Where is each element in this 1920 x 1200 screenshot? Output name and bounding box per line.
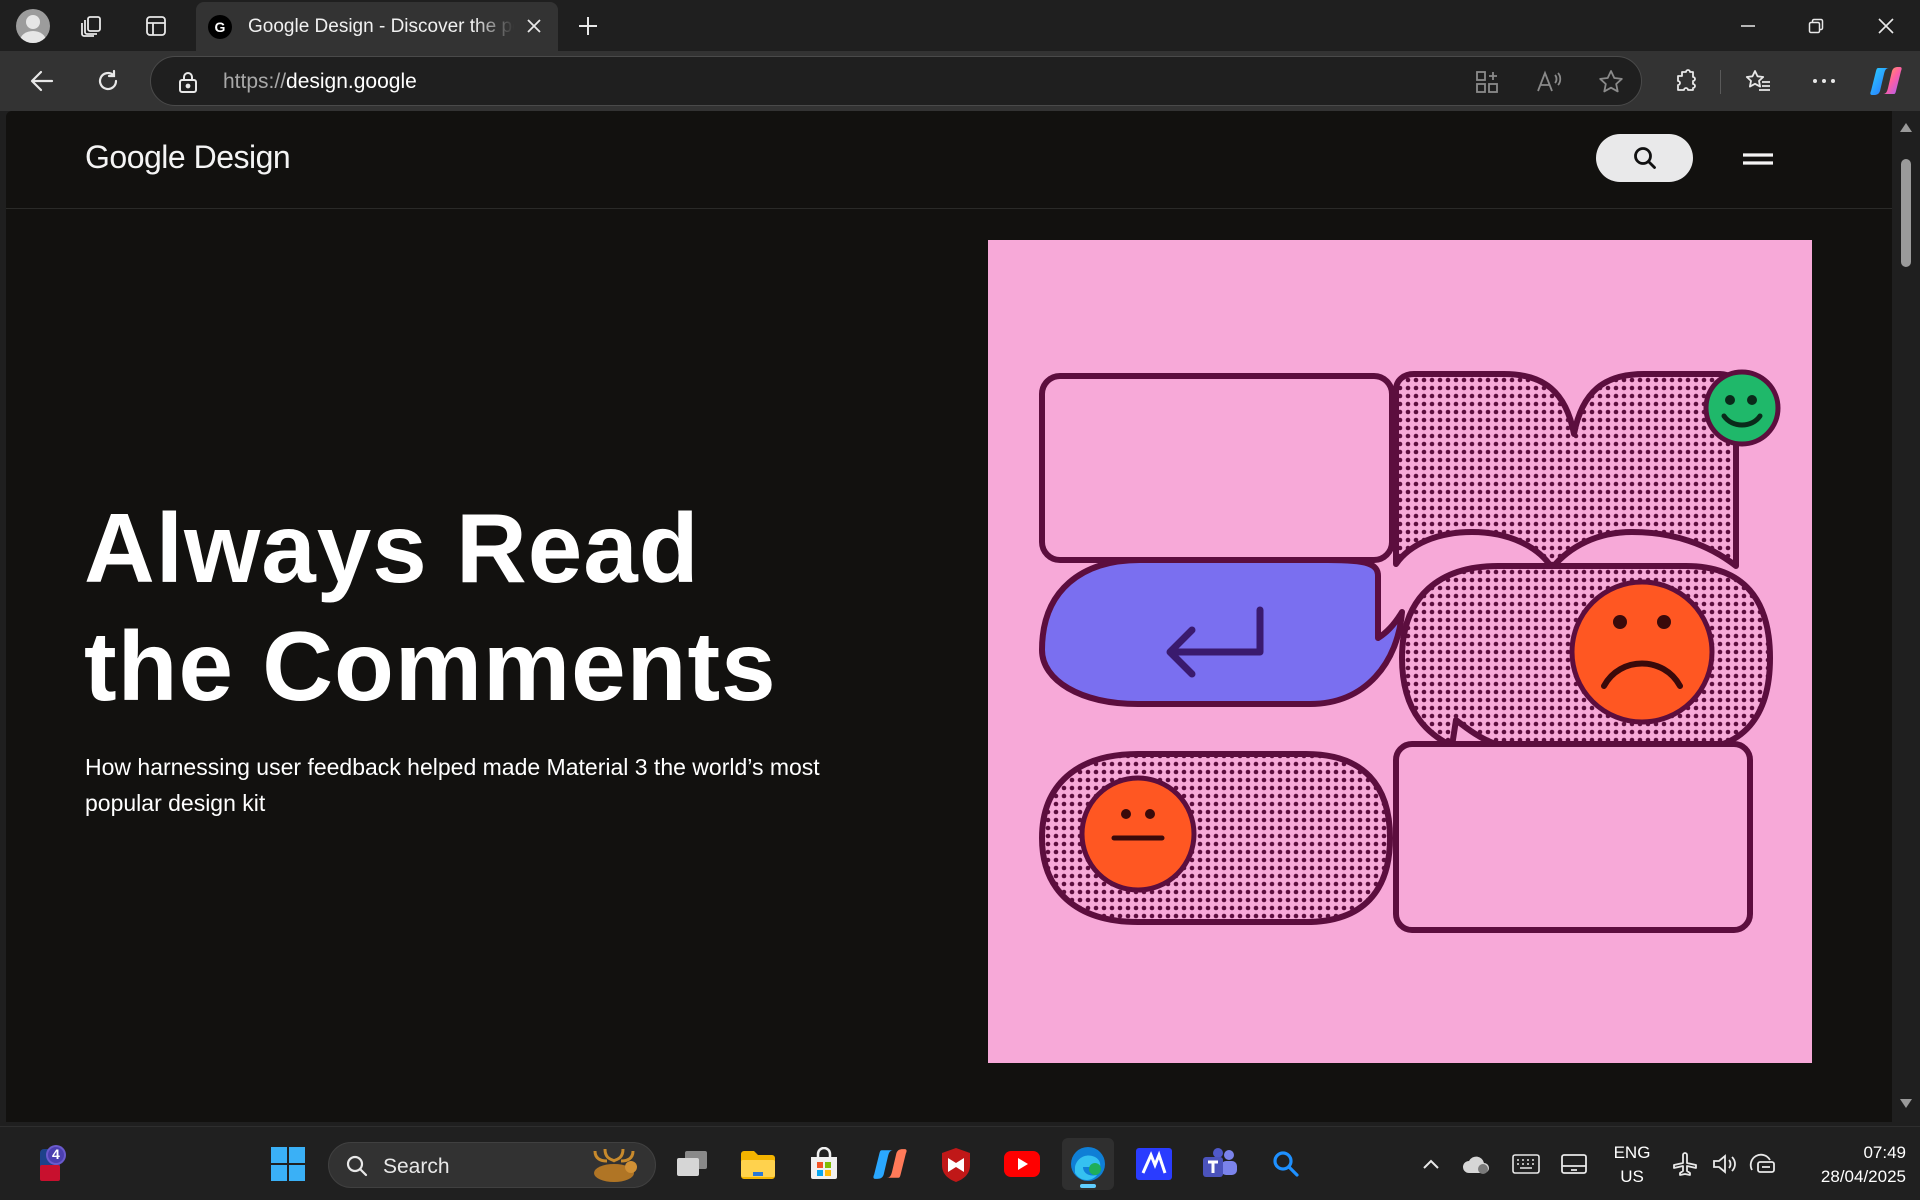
vertical-tabs-icon[interactable] xyxy=(136,6,176,46)
teams-icon[interactable] xyxy=(1194,1138,1246,1190)
tab-favicon: G xyxy=(208,14,232,39)
profile-avatar[interactable] xyxy=(16,9,50,43)
scrollbar-thumb[interactable] xyxy=(1901,159,1911,267)
page-scrollbar[interactable] xyxy=(1892,111,1920,1122)
refresh-icon[interactable] xyxy=(88,61,128,101)
app-available-icon[interactable] xyxy=(1471,66,1503,98)
hero-title-line-2: the Comments xyxy=(84,611,777,721)
back-icon[interactable] xyxy=(22,61,62,101)
site-header: Google Design xyxy=(6,111,1892,209)
sad-face-icon xyxy=(1569,579,1715,725)
extensions-icon[interactable] xyxy=(1666,61,1706,101)
browser-toolbar: https://design.google xyxy=(0,51,1920,111)
read-aloud-icon[interactable] xyxy=(1533,66,1565,98)
edge-browser-icon[interactable] xyxy=(1062,1138,1114,1190)
tab-title: Google Design - Discover the people, ide… xyxy=(248,15,514,37)
notification-badge: 4 xyxy=(52,1146,60,1162)
web-page-viewport: Google Design Always Read the Comments H… xyxy=(6,111,1892,1122)
active-app-indicator xyxy=(1080,1184,1096,1188)
close-window-icon[interactable] xyxy=(1852,0,1920,51)
new-tab-icon[interactable] xyxy=(568,6,608,46)
search-icon xyxy=(1633,147,1656,169)
clock-date: 28/04/2025 xyxy=(1820,1167,1906,1186)
onedrive-icon[interactable] xyxy=(1452,1138,1500,1190)
happy-face-icon xyxy=(1703,369,1781,447)
google-design-logo[interactable]: Google Design xyxy=(85,139,291,176)
language-indicator[interactable]: ENG US xyxy=(1604,1141,1660,1189)
workspaces-icon[interactable] xyxy=(72,6,112,46)
scroll-up-arrow-icon[interactable] xyxy=(1900,123,1912,132)
microsoft-store-icon[interactable] xyxy=(798,1138,850,1190)
lock-icon[interactable] xyxy=(177,70,199,99)
copilot-icon[interactable] xyxy=(1866,61,1906,101)
more-options-icon[interactable] xyxy=(1804,61,1844,101)
site-search-button[interactable] xyxy=(1596,134,1693,182)
hero-title[interactable]: Always Read the Comments xyxy=(84,489,964,725)
hero-illustration[interactable] xyxy=(988,240,1812,1063)
start-button[interactable] xyxy=(262,1138,314,1190)
minimize-icon[interactable] xyxy=(1714,0,1782,51)
file-explorer-icon[interactable] xyxy=(732,1138,784,1190)
speech-bubbles-illustration xyxy=(1039,369,1781,933)
scroll-down-arrow-icon[interactable] xyxy=(1900,1099,1912,1108)
nba-app-icon[interactable]: 4 xyxy=(26,1138,78,1190)
hero-title-line-1: Always Read xyxy=(84,493,700,603)
tablet-mode-icon[interactable] xyxy=(1550,1138,1598,1190)
search-highlight-deer-icon xyxy=(593,1148,637,1182)
keyboard-icon[interactable] xyxy=(1502,1138,1550,1190)
copilot-app-icon[interactable] xyxy=(864,1138,916,1190)
restore-icon[interactable] xyxy=(1782,0,1850,51)
address-bar[interactable]: https://design.google xyxy=(150,56,1642,106)
show-hidden-icons-chevron-icon[interactable] xyxy=(1404,1138,1458,1190)
neutral-face-icon xyxy=(1079,775,1197,893)
url-text[interactable]: https://design.google xyxy=(223,70,417,94)
youtube-icon[interactable] xyxy=(996,1138,1048,1190)
toolbar-separator xyxy=(1720,70,1721,94)
hamburger-menu-icon[interactable] xyxy=(1738,147,1778,171)
search-icon xyxy=(346,1155,368,1177)
tab-close-icon[interactable] xyxy=(522,14,546,38)
favorites-icon[interactable] xyxy=(1738,61,1778,101)
mcafee-icon[interactable] xyxy=(930,1138,982,1190)
task-view-icon[interactable] xyxy=(666,1138,718,1190)
clock-time: 07:49 xyxy=(1863,1143,1906,1162)
windows-taskbar: 4 Search ENG US 07:49 28/04/2025 xyxy=(0,1126,1920,1200)
browser-tab-strip: G Google Design - Discover the people, i… xyxy=(0,0,1920,51)
search-app-icon[interactable] xyxy=(1260,1138,1312,1190)
taskbar-search-label: Search xyxy=(383,1155,450,1178)
hero-subtitle: How harnessing user feedback helped made… xyxy=(85,754,820,816)
clock[interactable]: 07:49 28/04/2025 xyxy=(1786,1141,1906,1189)
mx-app-icon[interactable] xyxy=(1128,1138,1180,1190)
taskbar-search-box[interactable]: Search xyxy=(328,1142,656,1188)
battery-icon[interactable] xyxy=(1740,1138,1786,1190)
favorite-star-icon[interactable] xyxy=(1595,66,1627,98)
windows-logo-icon xyxy=(271,1147,305,1181)
tab-google-design[interactable]: G Google Design - Discover the people, i… xyxy=(196,2,558,51)
